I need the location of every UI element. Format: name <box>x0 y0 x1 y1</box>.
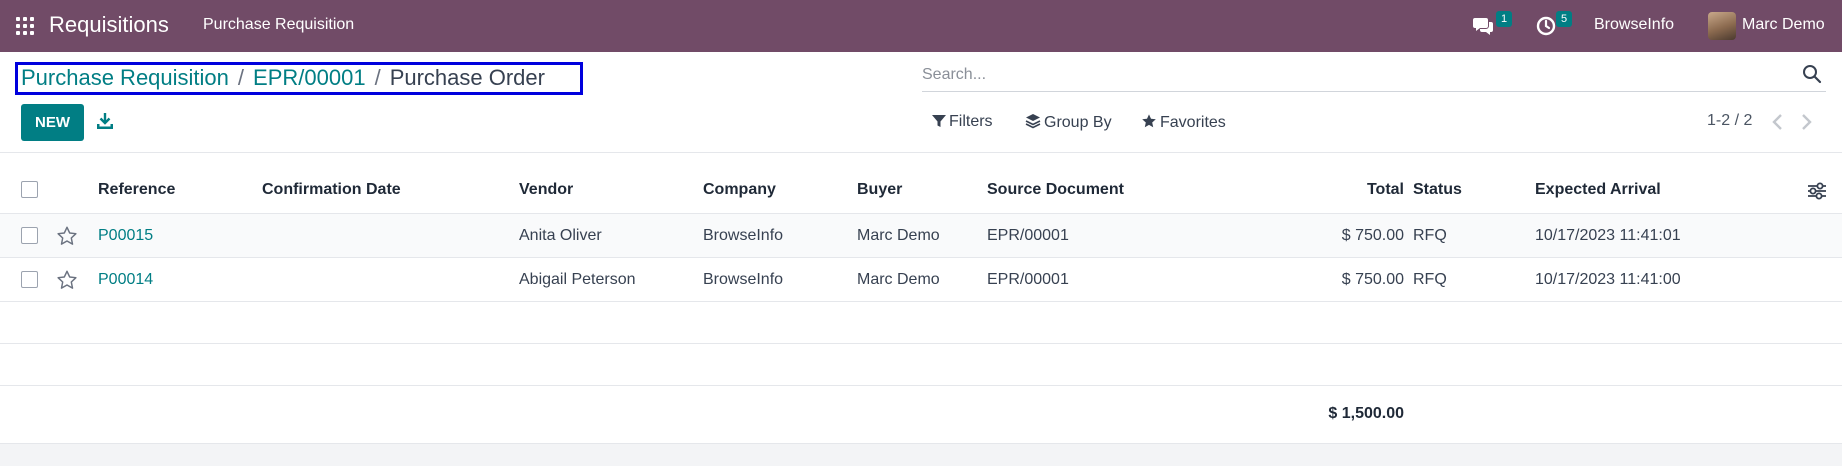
column-header-buyer[interactable]: Buyer <box>857 181 902 199</box>
total-sum: $ 1,500.00 <box>1328 405 1404 422</box>
column-header-status[interactable]: Status <box>1413 181 1462 199</box>
source-document-cell: EPR/00001 <box>987 271 1069 288</box>
star-icon[interactable] <box>56 269 78 291</box>
app-name[interactable]: Requisitions <box>49 12 169 38</box>
reference-link[interactable]: P00014 <box>98 271 153 289</box>
user-menu[interactable]: Marc Demo <box>1742 16 1825 34</box>
breadcrumb-current: Purchase Order <box>389 65 545 90</box>
table-footer: $ 1,500.00 <box>0 386 1842 444</box>
breadcrumb: Purchase Requisition / EPR/00001 / Purchase … <box>21 64 545 92</box>
status-cell: RFQ <box>1413 227 1447 244</box>
empty-row <box>0 302 1842 344</box>
filters-label: Filters <box>949 113 993 130</box>
table-header: Reference Confirmation Date Vendor Compa… <box>0 166 1842 214</box>
status-cell: RFQ <box>1413 271 1447 288</box>
menu-item-purchase-requisition[interactable]: Purchase Requisition <box>203 16 354 34</box>
star-filled-icon <box>1142 114 1156 128</box>
total-cell: $ 750.00 <box>1341 227 1404 244</box>
expected-arrival-cell: 10/17/2023 11:41:01 <box>1535 227 1681 244</box>
column-header-expected-arrival[interactable]: Expected Arrival <box>1535 181 1661 199</box>
breadcrumb-separator: / <box>237 65 245 90</box>
column-header-company[interactable]: Company <box>703 181 776 199</box>
column-header-confirmation-date[interactable]: Confirmation Date <box>262 181 401 199</box>
activities-button[interactable]: 5 <box>1534 0 1578 52</box>
row-checkbox[interactable] <box>21 271 38 288</box>
select-all-checkbox[interactable] <box>21 181 38 198</box>
breadcrumb-item-epr[interactable]: EPR/00001 <box>253 65 366 90</box>
company-switcher[interactable]: BrowseInfo <box>1594 16 1674 34</box>
company-cell: BrowseInfo <box>703 271 784 288</box>
column-header-total[interactable]: Total <box>1367 181 1404 199</box>
group-by-label: Group By <box>1044 114 1112 131</box>
source-document-cell: EPR/00001 <box>987 227 1069 244</box>
search-input[interactable] <box>922 64 1782 86</box>
row-checkbox[interactable] <box>21 227 38 244</box>
download-icon[interactable] <box>96 112 114 130</box>
table-row[interactable]: P00014 Abigail Peterson BrowseInfo Marc … <box>0 258 1842 302</box>
search-bar <box>922 60 1826 92</box>
search-icon[interactable] <box>1802 64 1822 84</box>
total-cell: $ 750.00 <box>1341 271 1404 288</box>
favorites-label: Favorites <box>1160 114 1226 131</box>
chat-icon <box>1473 18 1493 35</box>
list-divider <box>0 152 1842 153</box>
group-by-button[interactable]: Group By <box>1025 113 1112 132</box>
reference-link[interactable]: P00015 <box>98 227 153 245</box>
user-avatar[interactable] <box>1708 12 1736 40</box>
breadcrumb-separator: / <box>374 65 381 90</box>
optional-columns-icon[interactable] <box>1807 182 1827 200</box>
column-header-source-document[interactable]: Source Document <box>987 181 1124 199</box>
chevron-right-icon[interactable] <box>1797 112 1815 132</box>
filters-button[interactable]: Filters <box>932 113 993 131</box>
filter-icon <box>932 115 946 127</box>
star-icon[interactable] <box>56 225 78 247</box>
activities-badge: 5 <box>1556 11 1573 27</box>
favorites-button[interactable]: Favorites <box>1141 113 1226 132</box>
new-button[interactable]: NEW <box>21 104 84 141</box>
vendor-cell: Anita Oliver <box>519 227 602 244</box>
vendor-cell: Abigail Peterson <box>519 271 636 288</box>
company-cell: BrowseInfo <box>703 227 784 244</box>
top-navbar: Requisitions Purchase Requisition 1 5 Br… <box>0 0 1842 52</box>
messages-badge: 1 <box>1496 11 1513 27</box>
table-row[interactable]: P00015 Anita Oliver BrowseInfo Marc Demo… <box>0 214 1842 258</box>
empty-row <box>0 344 1842 386</box>
layers-icon <box>1025 114 1041 129</box>
column-header-reference[interactable]: Reference <box>98 181 175 199</box>
buyer-cell: Marc Demo <box>857 271 940 288</box>
buyer-cell: Marc Demo <box>857 227 940 244</box>
apps-menu-icon[interactable] <box>16 17 34 35</box>
breadcrumb-item-purchase-requisition[interactable]: Purchase Requisition <box>21 65 229 90</box>
expected-arrival-cell: 10/17/2023 11:41:00 <box>1535 271 1681 288</box>
chevron-left-icon[interactable] <box>1769 112 1787 132</box>
messages-button[interactable]: 1 <box>1470 0 1514 52</box>
list-bottom-area <box>0 444 1842 466</box>
clock-icon <box>1536 16 1556 36</box>
pager-value[interactable]: 1-2 / 2 <box>1707 112 1752 130</box>
column-header-vendor[interactable]: Vendor <box>519 181 573 199</box>
